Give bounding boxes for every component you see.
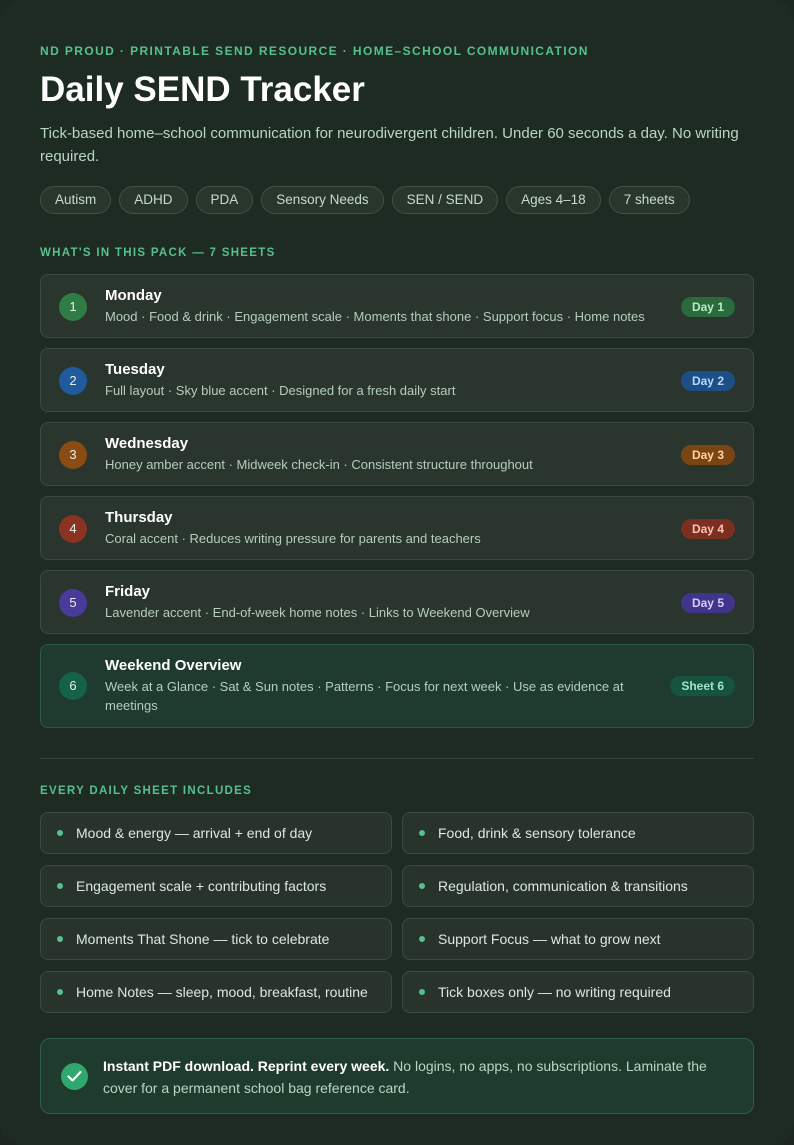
feature-text: Food, drink & sensory tolerance (438, 825, 636, 841)
sheet-item-thursday: 4 Thursday Coral accent · Reduces writin… (40, 496, 754, 560)
feature-grid: Mood & energy — arrival + end of day Foo… (40, 812, 754, 1013)
tag: Autism (40, 186, 112, 214)
sheet-badge: Day 1 (680, 297, 735, 317)
bullet-dot-icon (419, 883, 425, 889)
feature-text: Engagement scale + contributing factors (76, 878, 327, 894)
feature-text: Regulation, communication & transitions (438, 878, 688, 894)
feature-text: Tick boxes only — no writing required (438, 984, 671, 1000)
feature-item: Engagement scale + contributing factors (40, 865, 392, 907)
sheet-badge: Day 3 (680, 445, 735, 465)
sheet-description: Mood · Food & drink · Engagement scale ·… (105, 309, 645, 324)
sheet-list: 1 Monday Mood · Food & drink · Engagemen… (40, 274, 754, 728)
sheet-item-monday: 1 Monday Mood · Food & drink · Engagemen… (40, 274, 754, 338)
sheet-number: 3 (59, 441, 87, 469)
sheet-number: 6 (59, 672, 87, 700)
bullet-dot-icon (57, 936, 63, 942)
sheet-description: Week at a Glance · Sat & Sun notes · Pat… (105, 679, 624, 713)
sheet-item-friday: 5 Friday Lavender accent · End-of-week h… (40, 570, 754, 634)
tag-list: Autism ADHD PDA Sensory Needs SEN / SEND… (40, 186, 754, 214)
sheet-number: 1 (59, 293, 87, 321)
features-section-label: EVERY DAILY SHEET INCLUDES (40, 785, 253, 797)
sheet-name: Friday (105, 583, 151, 600)
page-title: Daily SEND Tracker (40, 70, 365, 109)
bullet-dot-icon (419, 830, 425, 836)
feature-text: Home Notes — sleep, mood, breakfast, rou… (76, 984, 368, 1000)
bullet-dot-icon (57, 830, 63, 836)
feature-text: Moments That Shone — tick to celebrate (76, 931, 330, 947)
bullet-dot-icon (57, 989, 63, 995)
sheet-name: Weekend Overview (105, 657, 242, 674)
pack-section-label: WHAT'S IN THIS PACK — 7 SHEETS (40, 247, 276, 259)
sheet-badge: Sheet 6 (670, 676, 735, 696)
feature-item: Home Notes — sleep, mood, breakfast, rou… (40, 971, 392, 1013)
sheet-item-weekend-overview: 6 Weekend Overview Week at a Glance · Sa… (40, 644, 754, 728)
feature-item: Mood & energy — arrival + end of day (40, 812, 392, 854)
sheet-description: Full layout · Sky blue accent · Designed… (105, 383, 456, 398)
sheet-number: 4 (59, 515, 87, 543)
tag: Sensory Needs (261, 186, 384, 214)
sheet-name: Tuesday (105, 361, 165, 378)
feature-item: Regulation, communication & transitions (402, 865, 754, 907)
sheet-number: 5 (59, 589, 87, 617)
sheet-name: Thursday (105, 509, 173, 526)
tag: SEN / SEND (391, 186, 499, 214)
sheet-number: 2 (59, 367, 87, 395)
sheet-description: Honey amber accent · Midweek check-in · … (105, 457, 533, 472)
bullet-dot-icon (419, 989, 425, 995)
feature-item: Moments That Shone — tick to celebrate (40, 918, 392, 960)
callout-text: Instant PDF download. Reprint every week… (103, 1055, 733, 1099)
sheet-description: Lavender accent · End-of-week home notes… (105, 605, 530, 620)
tag: PDA (195, 186, 254, 214)
download-callout: Instant PDF download. Reprint every week… (40, 1038, 754, 1114)
feature-text: Support Focus — what to grow next (438, 931, 661, 947)
sheet-badge: Day 2 (680, 371, 735, 391)
feature-item: Tick boxes only — no writing required (402, 971, 754, 1013)
sheet-item-tuesday: 2 Tuesday Full layout · Sky blue accent … (40, 348, 754, 412)
sheet-badge: Day 4 (680, 519, 735, 539)
callout-strong: Instant PDF download. Reprint every week… (103, 1058, 390, 1074)
bullet-dot-icon (419, 936, 425, 942)
bullet-dot-icon (57, 883, 63, 889)
sheet-name: Monday (105, 287, 162, 304)
feature-item: Support Focus — what to grow next (402, 918, 754, 960)
sheet-badge: Day 5 (680, 593, 735, 613)
sheet-name: Wednesday (105, 435, 189, 452)
eyebrow: ND PROUD · PRINTABLE SEND RESOURCE · HOM… (40, 44, 589, 58)
tag: ADHD (119, 186, 188, 214)
tag: Ages 4–18 (506, 186, 601, 214)
page-subtitle: Tick-based home–school communication for… (40, 125, 739, 165)
feature-item: Food, drink & sensory tolerance (402, 812, 754, 854)
sheet-description: Coral accent · Reduces writing pressure … (105, 531, 481, 546)
tracker-card: ND PROUD · PRINTABLE SEND RESOURCE · HOM… (0, 0, 794, 1145)
checkmark-icon (61, 1063, 88, 1090)
section-divider (40, 758, 754, 759)
feature-text: Mood & energy — arrival + end of day (76, 825, 313, 841)
sheet-item-wednesday: 3 Wednesday Honey amber accent · Midweek… (40, 422, 754, 486)
tag: 7 sheets (608, 186, 690, 214)
